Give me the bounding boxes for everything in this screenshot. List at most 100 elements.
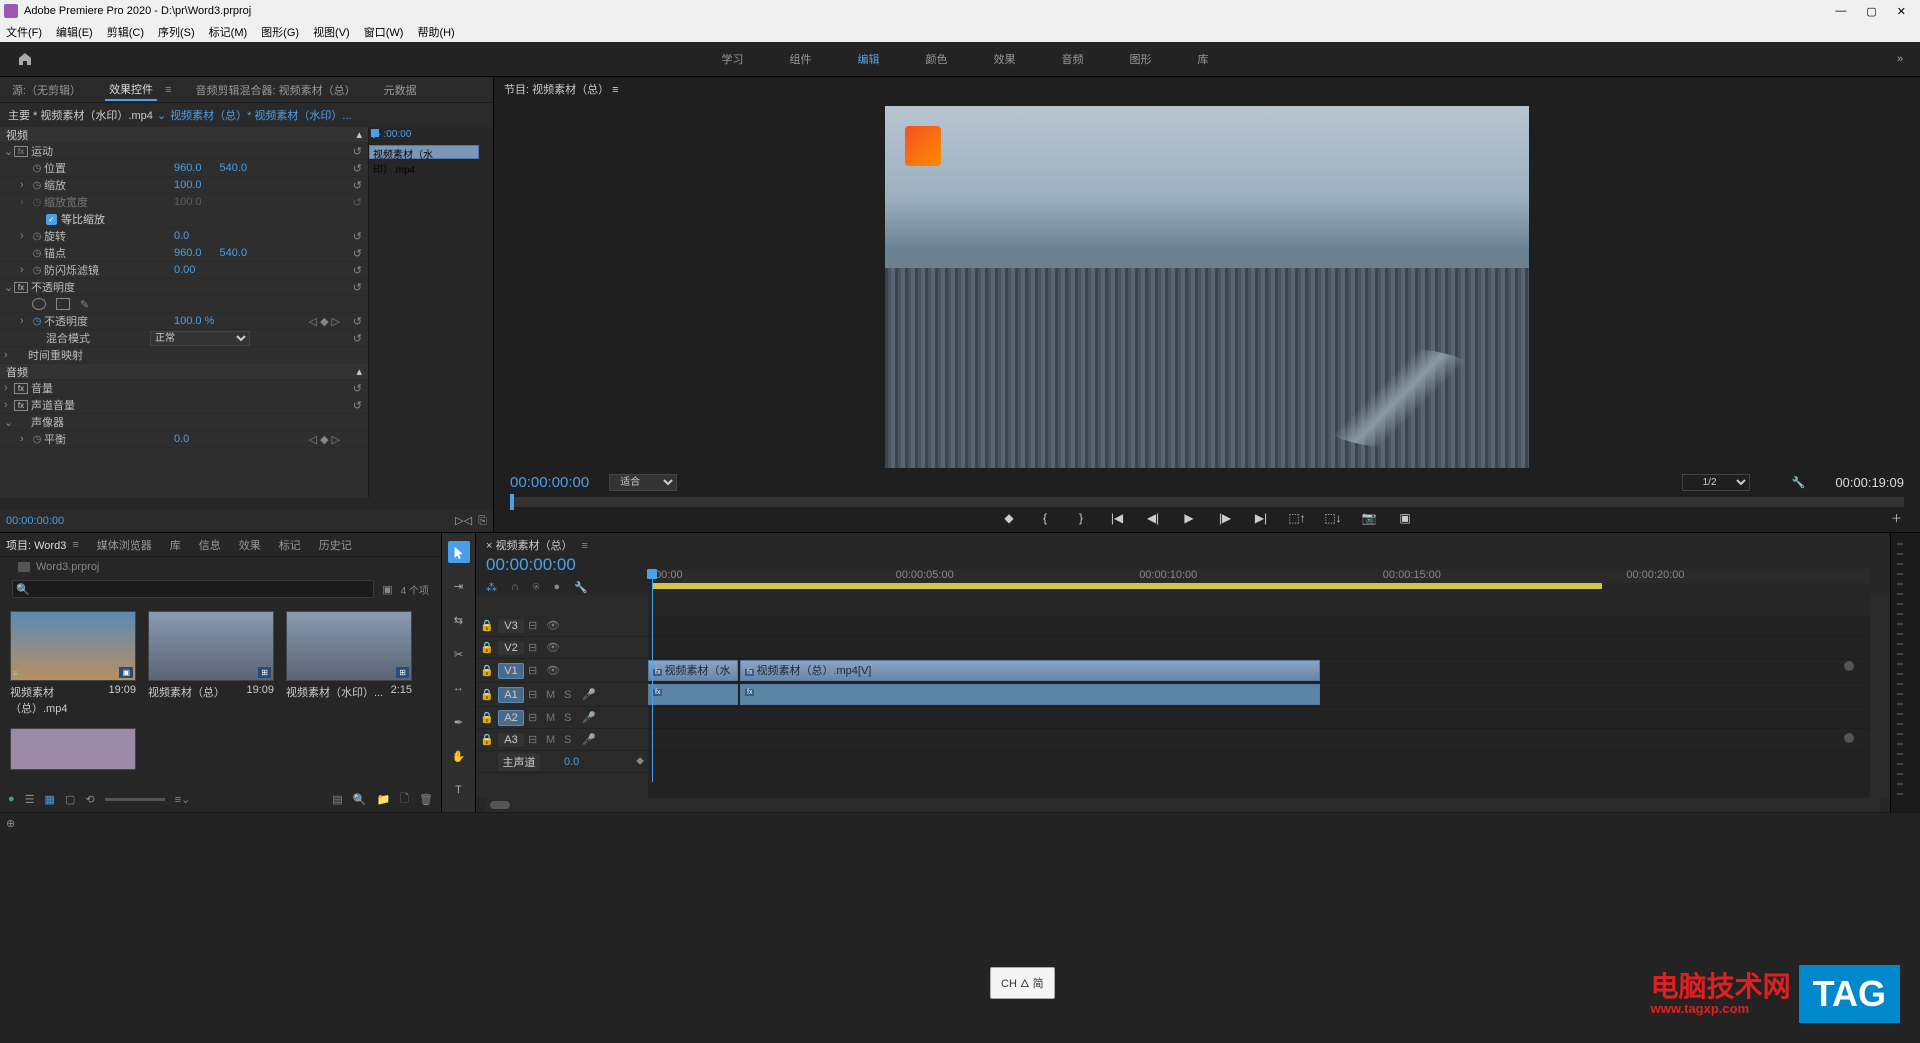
extract-button[interactable]: ⬚↓: [1323, 511, 1343, 525]
hand-tool[interactable]: ✋: [448, 745, 470, 767]
opacity-value[interactable]: 100.0 %: [174, 315, 214, 327]
marker-button[interactable]: ⍟: [533, 581, 540, 594]
track-lane-v3[interactable]: [648, 615, 1870, 637]
mini-playhead[interactable]: [371, 129, 379, 137]
workspace-assembly[interactable]: 组件: [782, 47, 820, 71]
track-lane-v1[interactable]: fx视频素材（水印 fx视频素材（总）.mp4[V]: [648, 659, 1870, 683]
track-header-a1[interactable]: 🔒 A1 ⊟ M S 🎤: [476, 683, 648, 707]
track-header-a3[interactable]: 🔒 A3 ⊟ M S 🎤: [476, 729, 648, 751]
workspace-color[interactable]: 颜色: [918, 47, 956, 71]
menu-help[interactable]: 帮助(H): [417, 24, 454, 40]
effect-footer-tc[interactable]: 00:00:00:00: [6, 515, 64, 527]
reset-icon[interactable]: ↺: [353, 162, 362, 175]
sync-lock-icon[interactable]: ⊟: [528, 619, 542, 632]
lock-icon[interactable]: 🔒: [480, 619, 494, 632]
step-back-button[interactable]: ◀|: [1143, 511, 1163, 525]
go-to-in-button[interactable]: |◀: [1107, 511, 1127, 525]
mark-open-button[interactable]: {: [1035, 511, 1055, 525]
play-button[interactable]: ▶: [1179, 511, 1199, 525]
timeline-playhead-head[interactable]: [647, 569, 657, 579]
track-lane-v2[interactable]: [648, 637, 1870, 659]
opacity-effect-row[interactable]: ⌄fx 不透明度 ↺: [0, 279, 368, 296]
position-y-value[interactable]: 540.0: [220, 162, 248, 174]
track-header-v2[interactable]: 🔒 V2 ⊟ 👁: [476, 637, 648, 659]
audio-meter-panel[interactable]: [1890, 533, 1920, 812]
timeline-vertical-scrollbar[interactable]: [1870, 595, 1890, 798]
program-playhead[interactable]: [510, 494, 514, 510]
workspace-graphics[interactable]: 图形: [1122, 47, 1160, 71]
track-header-v1[interactable]: 🔒 V1 ⊟ 👁: [476, 659, 648, 683]
freeform-view-button[interactable]: ▢: [65, 793, 75, 806]
settings-button[interactable]: ●: [554, 581, 561, 594]
volume-effect-row[interactable]: ›fx 音量 ↺: [0, 380, 368, 397]
track-lane-a3[interactable]: [648, 729, 1870, 751]
type-tool[interactable]: T: [448, 779, 470, 801]
project-item[interactable]: ⊞ 视频素材（水印）...2:15: [286, 611, 412, 716]
comparison-view-button[interactable]: ▣: [1395, 511, 1415, 525]
menu-marker[interactable]: 标记(M): [209, 24, 248, 40]
project-thumbnail[interactable]: [10, 728, 136, 770]
motion-effect-row[interactable]: ⌄fx 运动 ↺: [0, 143, 368, 160]
slip-tool[interactable]: ↔: [448, 677, 470, 699]
stopwatch-icon[interactable]: ◷: [30, 265, 44, 276]
timeline-sequence-tab[interactable]: × 视频素材（总） ≡: [486, 537, 1880, 553]
filter-bin-icon[interactable]: ▣: [382, 583, 392, 596]
workspace-libraries[interactable]: 库: [1190, 47, 1217, 71]
timeline-clip[interactable]: fx: [648, 684, 738, 705]
track-lane-a2[interactable]: [648, 707, 1870, 729]
collapse-icon[interactable]: ▴: [356, 365, 362, 378]
eye-icon[interactable]: 👁: [546, 664, 560, 677]
workspace-effects[interactable]: 效果: [986, 47, 1024, 71]
tab-media-browser[interactable]: 媒体浏览器: [97, 537, 152, 553]
mark-in-button[interactable]: ◆: [999, 511, 1019, 525]
program-monitor-view[interactable]: [494, 103, 1920, 470]
pen-mask-button[interactable]: ✎: [80, 298, 94, 310]
ripple-edit-tool[interactable]: ⇆: [448, 609, 470, 631]
stopwatch-icon[interactable]: ◷: [30, 434, 44, 445]
workspace-learn[interactable]: 学习: [714, 47, 752, 71]
mute-button[interactable]: M: [546, 689, 560, 701]
eye-icon[interactable]: 👁: [546, 619, 560, 632]
project-grid[interactable]: ≡▣ 视频素材（总）.mp419:09 ⊞ 视频素材（总）19:09 ⊞ 视频素…: [0, 601, 441, 786]
reset-icon[interactable]: ↺: [353, 281, 362, 294]
reset-icon[interactable]: ↺: [353, 230, 362, 243]
reset-icon[interactable]: ↺: [353, 332, 362, 345]
delete-button[interactable]: 🗑: [419, 793, 433, 806]
tab-project[interactable]: 项目: Word3: [6, 537, 66, 553]
effect-hscroll[interactable]: [0, 498, 493, 510]
program-title[interactable]: 节目: 视频素材（总） ≡: [494, 77, 1920, 103]
timeline-clip[interactable]: fx: [740, 684, 1320, 705]
status-icon[interactable]: ⊕: [6, 817, 15, 830]
menu-file[interactable]: 文件(F): [6, 24, 42, 40]
reset-icon[interactable]: ↺: [353, 382, 362, 395]
channel-volume-row[interactable]: ›fx 声道音量 ↺: [0, 397, 368, 414]
stopwatch-icon[interactable]: ◷: [30, 316, 44, 327]
menu-graphics[interactable]: 图形(G): [261, 24, 299, 40]
effect-mini-timeline[interactable]: ▶ :00:00 视频素材（水印）.mp4: [368, 127, 493, 498]
eye-icon[interactable]: 👁: [546, 641, 560, 654]
sort-menu-button[interactable]: ≡⌄: [175, 793, 191, 806]
menu-window[interactable]: 窗口(W): [364, 24, 404, 40]
solo-button[interactable]: S: [564, 689, 578, 701]
reset-icon[interactable]: ↺: [353, 399, 362, 412]
find-button[interactable]: 🔍: [353, 793, 367, 806]
icon-view-button[interactable]: ▦: [45, 793, 55, 806]
track-zoom-handle[interactable]: [1844, 733, 1854, 743]
export-frame-button[interactable]: 📷: [1359, 511, 1379, 525]
loop-icon[interactable]: ▷◁: [455, 515, 472, 527]
chevron-down-icon[interactable]: ⌄: [157, 109, 166, 122]
program-scrubber[interactable]: [510, 497, 1904, 507]
anchor-y-value[interactable]: 540.0: [220, 247, 248, 259]
linked-selection-button[interactable]: ∩: [511, 581, 519, 594]
project-item[interactable]: [10, 728, 136, 770]
new-item-button[interactable]: 🗋: [400, 790, 409, 809]
pen-tool[interactable]: ✒: [448, 711, 470, 733]
reset-icon[interactable]: ↺: [353, 315, 362, 328]
go-to-out-button[interactable]: ▶|: [1251, 511, 1271, 525]
tab-source[interactable]: 源:（无剪辑）: [8, 80, 85, 100]
tab-markers[interactable]: 标记: [279, 537, 301, 553]
menu-view[interactable]: 视图(V): [313, 24, 350, 40]
menu-clip[interactable]: 剪辑(C): [107, 24, 144, 40]
tab-libraries[interactable]: 库: [170, 537, 181, 553]
sort-button[interactable]: ⟲: [85, 793, 94, 806]
